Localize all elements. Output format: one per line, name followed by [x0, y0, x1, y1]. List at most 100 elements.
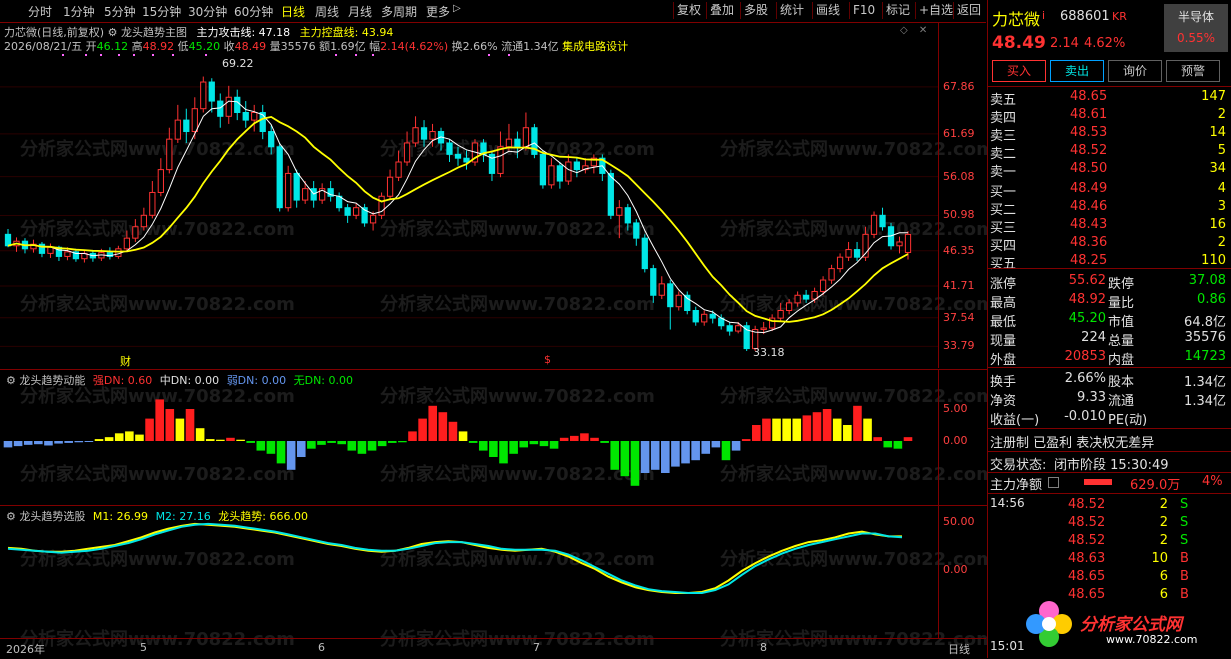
candle-body[interactable] [429, 131, 436, 140]
net-flow-icon[interactable] [1048, 477, 1059, 488]
candle-body[interactable] [624, 207, 631, 224]
candle-body[interactable] [420, 127, 428, 140]
more-arrow-icon[interactable]: ▷ [453, 3, 461, 14]
candlestick-chart[interactable] [0, 23, 938, 368]
candle-body[interactable] [904, 233, 912, 253]
candle-body[interactable] [369, 214, 377, 224]
candle-body[interactable] [828, 268, 835, 281]
candle-body[interactable] [633, 222, 640, 239]
inquiry-button[interactable]: 询价 [1108, 60, 1162, 82]
candle-body[interactable] [293, 172, 300, 201]
candle-body[interactable] [412, 127, 419, 144]
buy-button[interactable]: 买入 [992, 60, 1046, 82]
candle-body[interactable] [302, 188, 309, 201]
candle-body[interactable] [701, 313, 708, 323]
period-weekly[interactable]: 周线 [315, 3, 339, 20]
candle-body[interactable] [556, 165, 564, 182]
candle-body[interactable] [140, 214, 147, 228]
tool-f10-button[interactable]: F10 [849, 2, 878, 19]
candle-body[interactable] [285, 172, 292, 209]
candle-body[interactable] [692, 310, 699, 323]
candle-body[interactable] [760, 327, 767, 331]
period-multi[interactable]: 多周期 [381, 3, 417, 20]
price-pane[interactable]: 力芯微(日线,前复权) ⚙ 龙头趋势主图 主力攻击线: 47.18 主力控盘线:… [0, 23, 938, 368]
candle-body[interactable] [242, 112, 249, 121]
sell-button[interactable]: 卖出 [1050, 60, 1104, 82]
candle-body[interactable] [208, 81, 215, 102]
candle-body[interactable] [200, 81, 207, 110]
candle-body[interactable] [675, 294, 682, 308]
period-60min[interactable]: 60分钟 [234, 3, 273, 20]
candle-body[interactable] [132, 226, 139, 239]
candle-body[interactable] [735, 325, 742, 332]
candle-body[interactable] [565, 161, 572, 182]
tool-multistock-button[interactable]: 多股 [740, 2, 771, 19]
candle-body[interactable] [268, 131, 275, 148]
candle-body[interactable] [709, 313, 716, 319]
candle-body[interactable] [616, 207, 623, 216]
period-tag[interactable]: 日线 [948, 641, 970, 657]
momentum-histogram[interactable] [0, 370, 938, 505]
candle-body[interactable] [819, 279, 827, 292]
candle-body[interactable] [166, 138, 173, 171]
candle-body[interactable] [607, 172, 614, 216]
candle-body[interactable] [879, 214, 886, 228]
candle-body[interactable] [786, 302, 793, 311]
candle-body[interactable] [539, 153, 547, 186]
tool-draw-button[interactable]: 画线 [812, 2, 843, 19]
candle-body[interactable] [658, 283, 665, 296]
candle-body[interactable] [684, 294, 691, 311]
tool-stats-button[interactable]: 统计 [776, 2, 807, 19]
candle-body[interactable] [522, 127, 530, 148]
candle-body[interactable] [853, 249, 861, 258]
candle-body[interactable] [115, 248, 122, 257]
candle-body[interactable] [497, 146, 504, 174]
candle-body[interactable] [157, 169, 164, 193]
candle-body[interactable] [47, 246, 54, 254]
candle-body[interactable] [123, 237, 130, 250]
tool-fuquan-button[interactable]: 复权 [673, 2, 704, 19]
candle-body[interactable] [386, 176, 394, 197]
candle-body[interactable] [217, 100, 224, 117]
candle-body[interactable] [794, 294, 801, 304]
candle-body[interactable] [836, 256, 844, 270]
candle-body[interactable] [183, 119, 190, 133]
sector-box[interactable]: 半导体 0.55% [1164, 4, 1228, 52]
momentum-pane[interactable]: ⚙ 龙头趋势动能 强DN: 0.60 中DN: 0.00 弱DN: 0.00 无… [0, 369, 938, 505]
candle-body[interactable] [845, 249, 852, 258]
candle-body[interactable] [870, 214, 878, 235]
candle-body[interactable] [251, 112, 258, 121]
candle-body[interactable] [191, 108, 198, 133]
period-more[interactable]: 更多 [426, 3, 450, 20]
candle-body[interactable] [548, 165, 555, 186]
candle-body[interactable] [896, 241, 903, 247]
candle-body[interactable] [650, 268, 657, 296]
period-5min[interactable]: 5分钟 [104, 3, 136, 20]
candle-body[interactable] [395, 161, 402, 178]
candle-body[interactable] [149, 191, 156, 216]
candle-body[interactable] [276, 146, 283, 209]
candle-body[interactable] [514, 138, 521, 148]
candle-body[interactable] [344, 207, 351, 216]
candle-body[interactable] [4, 233, 12, 247]
tool-overlay-button[interactable]: 叠加 [706, 2, 737, 19]
candle-body[interactable] [234, 96, 241, 114]
candle-body[interactable] [641, 237, 648, 270]
period-15min[interactable]: 15分钟 [142, 3, 181, 20]
selection-lines-chart[interactable] [0, 506, 938, 638]
period-1min[interactable]: 1分钟 [63, 3, 95, 20]
tool-mark-button[interactable]: 标记 [882, 2, 913, 19]
candle-body[interactable] [352, 207, 360, 216]
candle-body[interactable] [446, 142, 453, 155]
period-fenshi[interactable]: 分时 [28, 3, 52, 20]
candle-body[interactable] [174, 119, 181, 140]
tool-add-watch-button[interactable]: +自选 [915, 2, 956, 19]
candle-body[interactable] [802, 294, 810, 300]
period-monthly[interactable]: 月线 [348, 3, 372, 20]
period-daily[interactable]: 日线 [281, 3, 305, 20]
dividend-marker[interactable]: $ [544, 353, 551, 366]
tool-back-button[interactable]: 返回 [953, 2, 984, 19]
selection-pane[interactable]: ⚙ 龙头趋势选股 M1: 26.99 M2: 27.16 龙头趋势: 666.0… [0, 505, 938, 638]
period-30min[interactable]: 30分钟 [188, 3, 227, 20]
candle-body[interactable] [64, 251, 71, 257]
